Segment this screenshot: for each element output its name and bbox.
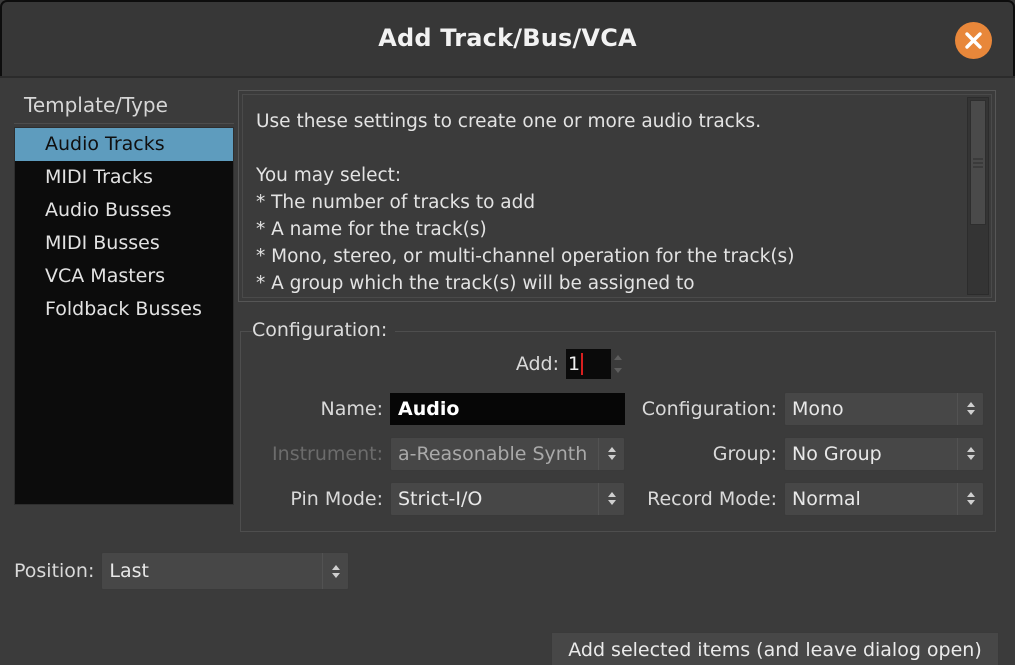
pin-mode-label: Pin Mode: [290, 487, 383, 510]
pin-mode-dropdown[interactable]: Strict-I/O [390, 481, 625, 516]
configuration-fields: Add: 1 Name: Audio Configuration: Mono I… [238, 341, 996, 521]
group-dropdown[interactable]: No Group [784, 436, 984, 471]
dialog-title: Add Track/Bus/VCA [378, 24, 637, 52]
text-caret [581, 352, 584, 375]
configuration-legend: Configuration: [252, 319, 396, 341]
group-label: Group: [712, 442, 777, 465]
scrollbar-thumb[interactable] [970, 100, 986, 226]
channel-configuration-dropdown[interactable]: Mono [784, 391, 984, 426]
chevron-updown-icon [598, 437, 624, 470]
add-cell: Add: 1 [250, 348, 625, 379]
channel-configuration-label: Configuration: [641, 397, 777, 420]
configuration-group: Configuration: Add: 1 Name: Audio Config… [238, 319, 996, 532]
name-cell: Name: [250, 392, 625, 425]
chevron-updown-icon [598, 482, 624, 515]
dialog-titlebar: Add Track/Bus/VCA [0, 0, 1015, 76]
group-value: No Group [792, 442, 882, 465]
chevron-updown-icon [957, 392, 983, 425]
template-type-panel: Template/Type Audio Tracks MIDI Tracks A… [14, 93, 234, 505]
row-name-configuration: Name: Configuration: Mono [250, 386, 984, 431]
description-text: Use these settings to create one or more… [256, 111, 795, 294]
chevron-updown-icon [957, 482, 983, 515]
add-value: 1 [568, 352, 581, 375]
add-selected-items-button[interactable]: Add selected items (and leave dialog ope… [551, 632, 999, 665]
list-item-vca-masters[interactable]: VCA Masters [15, 260, 233, 293]
instrument-cell: Instrument: a-Reasonable Synth [250, 436, 625, 471]
list-item-midi-busses[interactable]: MIDI Busses [15, 227, 233, 260]
record-mode-label: Record Mode: [647, 487, 777, 510]
channel-configuration-cell: Configuration: Mono [625, 391, 984, 426]
template-type-header: Template/Type [14, 93, 234, 124]
list-item-foldback-busses[interactable]: Foldback Busses [15, 293, 233, 326]
add-spinner[interactable]: 1 [566, 348, 625, 379]
scrollbar-grip-icon [973, 158, 983, 168]
pin-mode-value: Strict-I/O [398, 487, 483, 510]
description-frame: Use these settings to create one or more… [238, 90, 996, 302]
pin-mode-cell: Pin Mode: Strict-I/O [250, 481, 625, 516]
instrument-dropdown[interactable]: a-Reasonable Synth [390, 436, 625, 471]
description-box: Use these settings to create one or more… [242, 94, 992, 298]
list-item-audio-tracks[interactable]: Audio Tracks [15, 128, 233, 161]
template-type-list[interactable]: Audio Tracks MIDI Tracks Audio Busses MI… [14, 127, 234, 505]
add-label: Add: [515, 352, 559, 375]
instrument-value: a-Reasonable Synth [398, 442, 588, 465]
stepper-up-icon[interactable] [614, 354, 622, 360]
name-input[interactable] [390, 392, 625, 425]
record-mode-dropdown[interactable]: Normal [784, 481, 984, 516]
position-label: Position: [14, 560, 95, 582]
channel-configuration-value: Mono [792, 397, 844, 420]
record-mode-cell: Record Mode: Normal [625, 481, 984, 516]
add-stepper-icon[interactable] [611, 349, 625, 379]
stepper-down-icon[interactable] [614, 367, 622, 373]
description-scrollbar[interactable] [967, 97, 989, 295]
record-mode-value: Normal [792, 487, 861, 510]
list-item-audio-busses[interactable]: Audio Busses [15, 194, 233, 227]
chevron-updown-icon [322, 553, 348, 589]
list-item-midi-tracks[interactable]: MIDI Tracks [15, 161, 233, 194]
group-cell: Group: No Group [625, 436, 984, 471]
add-input[interactable]: 1 [566, 348, 611, 379]
instrument-label: Instrument: [272, 442, 383, 465]
row-pinmode-recordmode: Pin Mode: Strict-I/O Record Mode: Normal [250, 476, 984, 521]
close-x-icon [965, 32, 982, 49]
add-track-bus-vca-dialog: Add Track/Bus/VCA Template/Type Audio Tr… [0, 0, 1015, 665]
dialog-body: Template/Type Audio Tracks MIDI Tracks A… [0, 78, 1015, 665]
row-instrument-group: Instrument: a-Reasonable Synth Group: No… [250, 431, 984, 476]
chevron-updown-icon [957, 437, 983, 470]
position-control: Position: Last [14, 552, 350, 590]
name-label: Name: [320, 397, 383, 420]
position-dropdown[interactable]: Last [101, 552, 350, 590]
close-button[interactable] [955, 22, 992, 59]
details-panel: Use these settings to create one or more… [238, 90, 998, 532]
position-value: Last [109, 560, 149, 582]
row-add: Add: 1 [250, 341, 984, 386]
